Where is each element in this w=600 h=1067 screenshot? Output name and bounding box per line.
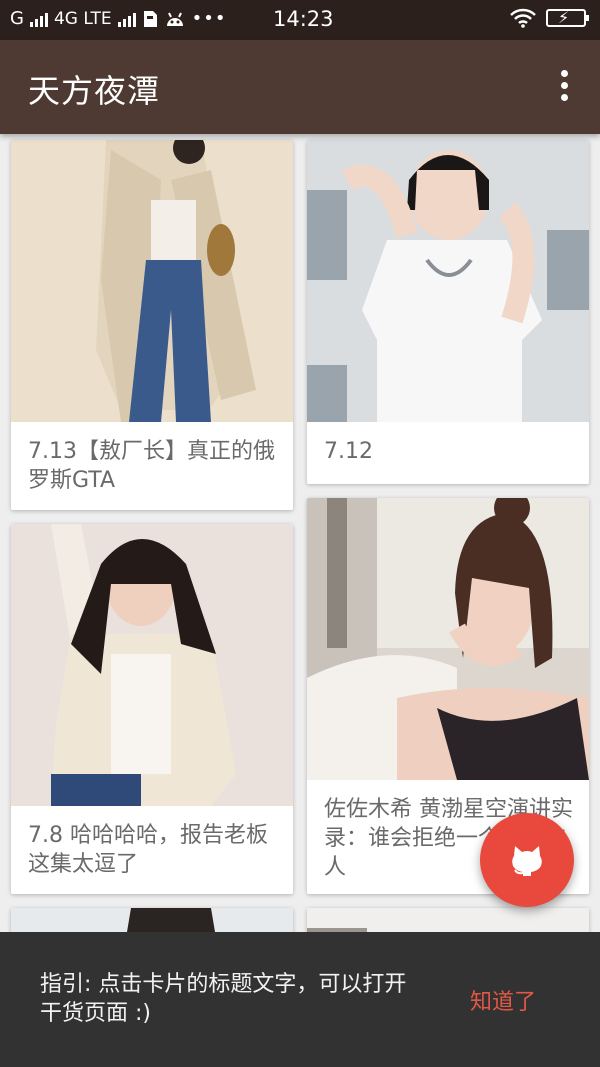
card-photo-long-hair-jacket <box>11 524 293 806</box>
more-vert-icon[interactable] <box>558 70 570 104</box>
card-photo-trench-coat <box>11 140 293 422</box>
card-item[interactable]: 7.8 哈哈哈哈，报告老板这集太逗了 <box>11 524 293 894</box>
card-item[interactable]: 7.12 <box>307 140 589 484</box>
card-title[interactable]: 7.8 哈哈哈哈，报告老板这集太逗了 <box>28 821 279 879</box>
github-fab-button[interactable] <box>480 813 574 907</box>
sim-card-icon <box>143 10 157 27</box>
android-icon <box>166 12 183 26</box>
card-photo-window-pose <box>307 498 589 780</box>
battery-icon: ⚡ <box>546 8 589 27</box>
signal-strength-icon <box>29 11 48 27</box>
card-title[interactable]: 7.12 <box>324 437 575 466</box>
wifi-icon <box>510 8 536 28</box>
card-item[interactable]: 7.13【敖厂长】真正的俄罗斯GTA <box>11 140 293 510</box>
snackbar-action-button[interactable]: 知道了 <box>470 984 536 1016</box>
status-left: G 4G LTE ••• <box>10 8 226 29</box>
card-title[interactable]: 7.13【敖厂长】真正的俄罗斯GTA <box>28 437 279 495</box>
network-label: 4G LTE <box>53 8 112 29</box>
snackbar: 指引: 点击卡片的标题文字，可以打开干货页面 :) 知道了 <box>0 932 600 1067</box>
card-photo-white-blouse <box>307 140 589 422</box>
status-bar: G 4G LTE ••• 14:23 ⚡ <box>0 0 600 40</box>
status-right: ⚡ <box>510 8 589 28</box>
github-octocat-icon <box>512 846 542 876</box>
status-time: 14:23 <box>273 7 334 31</box>
carrier-label: G <box>10 8 24 29</box>
signal-strength-icon-2 <box>117 11 136 27</box>
app-bar: 天方夜潭 <box>0 40 600 134</box>
app-title: 天方夜潭 <box>28 72 161 110</box>
more-notifications-icon: ••• <box>191 8 227 29</box>
snackbar-message: 指引: 点击卡片的标题文字，可以打开干货页面 :) <box>40 972 407 1026</box>
